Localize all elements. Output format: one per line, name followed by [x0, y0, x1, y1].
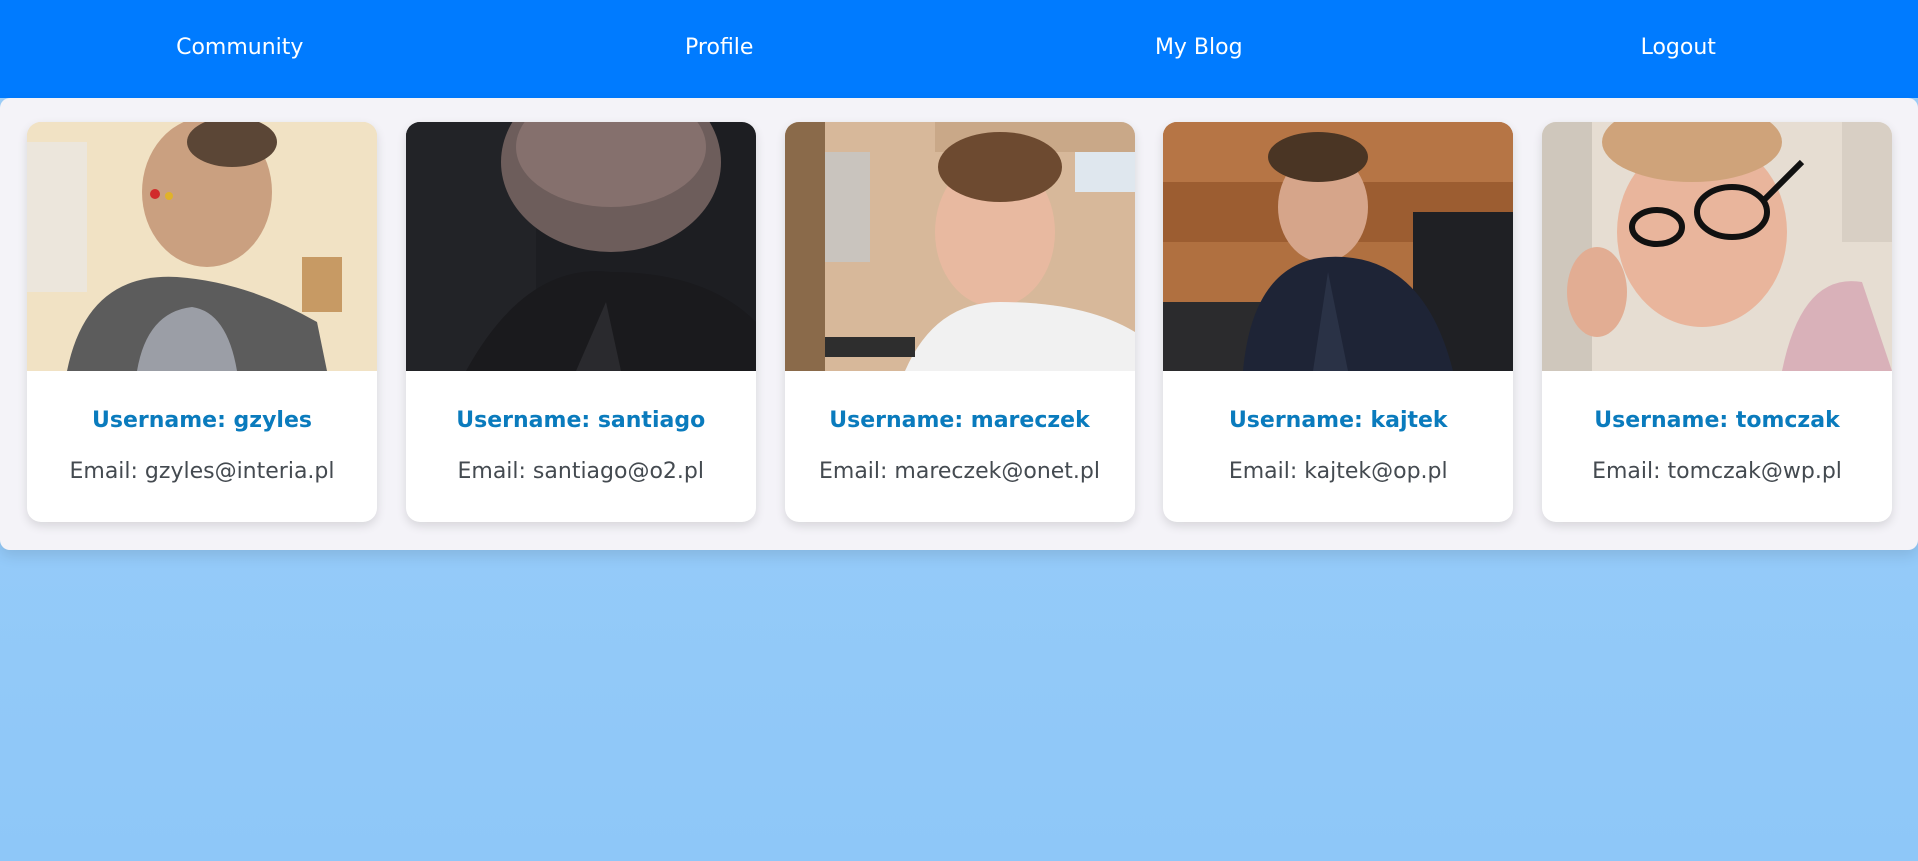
nav-logout-link[interactable]: Logout: [1439, 35, 1918, 64]
nav-profile-link[interactable]: Profile: [480, 35, 960, 64]
user-photo: [784, 122, 1135, 371]
user-card[interactable]: Username: kajtek Email: kajtek@op.pl: [1163, 122, 1514, 522]
user-card[interactable]: Username: mareczek Email: mareczek@onet.…: [784, 122, 1135, 522]
username-label: Username: kajtek: [1228, 408, 1448, 433]
user-card[interactable]: Username: gzyles Email: gzyles@interia.p…: [27, 122, 377, 522]
username-label: Username: mareczek: [829, 408, 1090, 433]
user-photo: [27, 122, 377, 371]
username-label: Username: tomczak: [1594, 408, 1840, 433]
email-label: Email: gzyles@interia.pl: [69, 459, 335, 484]
username-label: Username: santiago: [456, 408, 706, 433]
email-label: Email: kajtek@op.pl: [1228, 459, 1448, 484]
top-navbar: Community Profile My Blog Logout: [0, 0, 1918, 98]
username-label: Username: gzyles: [92, 408, 312, 433]
user-photo: [1163, 122, 1514, 371]
email-label: Email: tomczak@wp.pl: [1592, 459, 1842, 484]
user-card[interactable]: Username: santiago Email: santiago@o2.pl: [405, 122, 756, 522]
email-label: Email: santiago@o2.pl: [457, 459, 704, 484]
users-panel: Username: gzyles Email: gzyles@interia.p…: [0, 98, 1918, 550]
user-card[interactable]: Username: tomczak Email: tomczak@wp.pl: [1542, 122, 1892, 522]
user-photo: [405, 122, 756, 371]
nav-community-link[interactable]: Community: [0, 35, 480, 64]
user-photo: [1542, 122, 1892, 371]
nav-my-blog-link[interactable]: My Blog: [959, 35, 1439, 64]
email-label: Email: mareczek@onet.pl: [818, 459, 1100, 484]
